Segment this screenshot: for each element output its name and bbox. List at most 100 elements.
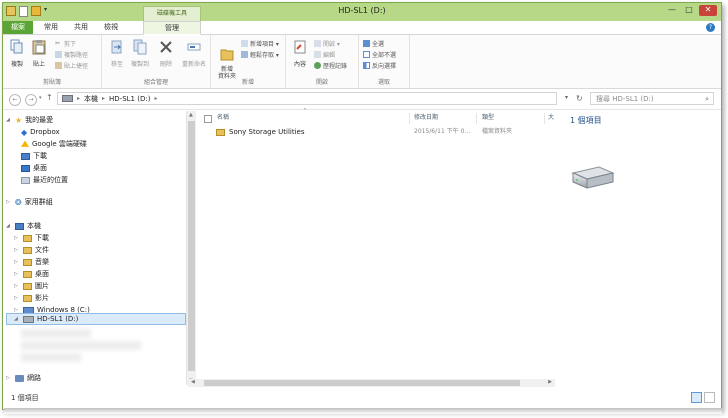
redacted-item — [21, 341, 141, 350]
expand-arrow-icon[interactable]: ▷ — [14, 281, 20, 292]
nav-item-pictures[interactable]: ▷ 圖片 — [14, 281, 49, 292]
expand-arrow-icon[interactable]: ◢ — [6, 115, 12, 126]
nav-item-downloads-pc[interactable]: ▷ 下載 — [14, 233, 49, 244]
tab-manage[interactable]: 管理 — [143, 21, 201, 35]
close-button[interactable]: ✕ — [699, 5, 717, 16]
search-input[interactable]: 搜尋 HD-SL1 (D:) ⌕ — [590, 92, 714, 105]
ribbon-tabs: 檔案 常用 共用 檢視 管理 ? — [3, 21, 721, 35]
details-view-icon[interactable] — [691, 392, 702, 403]
edit-label: 編輯 — [323, 52, 336, 59]
expand-arrow-icon[interactable]: ◢ — [14, 314, 20, 325]
column-divider[interactable] — [409, 113, 410, 124]
nav-item-hd-sl1[interactable]: ◢ HD-SL1 (D:) — [14, 314, 78, 325]
copy-path-label: 複製路徑 — [64, 52, 89, 59]
delete-icon — [160, 41, 172, 53]
breadcrumb-this-pc[interactable]: 本機 — [84, 94, 98, 104]
copy-path-button[interactable]: 複製路徑 — [55, 50, 88, 59]
nav-favorites[interactable]: ◢ ★ 我的最愛 — [6, 115, 53, 126]
column-divider[interactable] — [476, 113, 477, 124]
easy-access-label: 輕鬆存取 ▾ — [250, 52, 279, 59]
up-button[interactable]: ↑ — [46, 93, 53, 102]
copy-to-button[interactable]: 複製到 — [130, 39, 150, 68]
select-all-icon — [363, 40, 370, 47]
expand-arrow-icon[interactable]: ▷ — [14, 245, 20, 256]
scrollbar-thumb[interactable] — [204, 380, 520, 386]
tab-share[interactable]: 共用 — [69, 21, 93, 34]
back-button[interactable]: ← — [9, 94, 21, 106]
expand-arrow-icon[interactable]: ▷ — [6, 197, 12, 208]
paste-shortcut-button[interactable]: 貼上捷徑 — [55, 61, 88, 70]
paste-button[interactable]: 貼上 — [31, 39, 47, 68]
nav-item-downloads[interactable]: 下載 — [21, 151, 47, 162]
scroll-up-icon[interactable]: ▲ — [189, 112, 193, 118]
column-divider[interactable] — [544, 113, 545, 124]
select-all-button[interactable]: 全選 — [363, 39, 384, 48]
large-icons-view-icon[interactable] — [704, 392, 715, 403]
delete-button[interactable]: 刪除 — [158, 39, 174, 68]
scroll-right-icon[interactable]: ▶ — [548, 379, 552, 385]
nav-this-pc[interactable]: ◢ 本機 — [6, 221, 41, 232]
edit-button[interactable]: 編輯 — [314, 50, 335, 59]
file-list-horizontal-scrollbar[interactable]: ◀ ▶ — [188, 379, 555, 387]
expand-arrow-icon[interactable]: ▷ — [14, 233, 20, 244]
open-button[interactable]: 開啟 ▾ — [314, 39, 340, 48]
ribbon: 複製 貼上 ✂ 剪下 複製路徑 貼上捷徑 剪貼簿 移至 複製到 刪除 重新命名 … — [3, 35, 721, 89]
refresh-button[interactable]: ↻ — [576, 94, 583, 103]
help-icon[interactable]: ? — [706, 23, 715, 32]
nav-item-dropbox[interactable]: ◆ Dropbox — [21, 127, 60, 138]
nav-item-desktop-pc[interactable]: ▷ 桌面 — [14, 269, 49, 280]
delete-label: 刪除 — [159, 61, 172, 68]
history-label: 歷程記錄 — [323, 63, 348, 70]
cut-button[interactable]: ✂ 剪下 — [55, 39, 76, 48]
expand-arrow-icon[interactable]: ▷ — [14, 257, 20, 268]
expand-arrow-icon[interactable]: ▷ — [14, 269, 20, 280]
title-bar: ▾ 磁碟機工具 HD-SL1 (D:) — □ ✕ — [3, 3, 721, 22]
nav-item-music[interactable]: ▷ 音樂 — [14, 257, 49, 268]
breadcrumb-drive[interactable]: HD-SL1 (D:) — [109, 95, 150, 103]
redacted-item — [21, 329, 91, 338]
move-to-button[interactable]: 移至 — [108, 39, 126, 68]
copy-button[interactable]: 複製 — [9, 39, 25, 68]
select-all-checkbox[interactable] — [204, 115, 212, 123]
recent-locations-icon[interactable]: ▾ — [39, 95, 42, 101]
organize-group-label: 組合管理 — [143, 79, 168, 86]
tab-home[interactable]: 常用 — [39, 21, 63, 34]
column-header-date[interactable]: 修改日期 — [414, 111, 438, 125]
scroll-left-icon[interactable]: ◀ — [191, 379, 195, 385]
easy-access-button[interactable]: 輕鬆存取 ▾ — [241, 50, 279, 59]
nav-pane-scrollbar[interactable]: ▲ ▼ — [186, 111, 196, 385]
minimize-button[interactable]: — — [665, 5, 679, 16]
rename-button[interactable]: 重新命名 — [180, 39, 208, 68]
nav-item-desktop[interactable]: 桌面 — [21, 163, 47, 174]
expand-arrow-icon[interactable]: ◢ — [6, 221, 12, 232]
nav-item-videos[interactable]: ▷ 影片 — [14, 293, 49, 304]
nav-network[interactable]: ▷ 網路 — [6, 373, 41, 384]
details-pane: 1 個項目 — [561, 111, 721, 385]
tab-file[interactable]: 檔案 — [3, 21, 33, 34]
nav-item-google-drive[interactable]: Google 雲端硬碟 — [21, 139, 87, 150]
forward-button[interactable]: → — [25, 94, 37, 106]
tab-view[interactable]: 檢視 — [99, 21, 123, 34]
address-bar[interactable]: ▸ 本機 ▸ HD-SL1 (D:) ▸ — [57, 92, 557, 105]
expand-arrow-icon[interactable]: ▷ — [14, 293, 20, 304]
homegroup-icon: ❂ — [15, 198, 22, 207]
folder-icon — [23, 259, 32, 266]
nav-item-recent-places[interactable]: 最近的位置 — [21, 175, 68, 186]
nav-item-documents[interactable]: ▷ 文件 — [14, 245, 49, 256]
invert-selection-button[interactable]: 反向選擇 — [363, 61, 396, 70]
scrollbar-thumb[interactable] — [188, 121, 195, 371]
column-header-type[interactable]: 類型 — [482, 111, 494, 125]
table-row[interactable]: Sony Storage Utilities 2015/6/11 下午 0...… — [203, 125, 553, 139]
new-item-button[interactable]: 新增項目 ▾ — [241, 39, 279, 48]
nav-homegroup[interactable]: ▷ ❂ 家用群組 — [6, 197, 53, 208]
maximize-button[interactable]: □ — [682, 5, 696, 16]
expand-arrow-icon[interactable]: ▷ — [6, 373, 12, 384]
properties-button[interactable]: 內容 — [292, 39, 308, 68]
address-dropdown-icon[interactable]: ▾ — [565, 94, 568, 101]
desktop-icon — [21, 165, 30, 172]
nav-item-label: 桌面 — [33, 164, 47, 172]
history-button[interactable]: 歷程記錄 — [314, 61, 347, 70]
column-header-size[interactable]: 大 — [548, 111, 554, 125]
select-none-button[interactable]: 全部不選 — [363, 50, 396, 59]
column-header-name[interactable]: 名稱 — [217, 111, 229, 125]
